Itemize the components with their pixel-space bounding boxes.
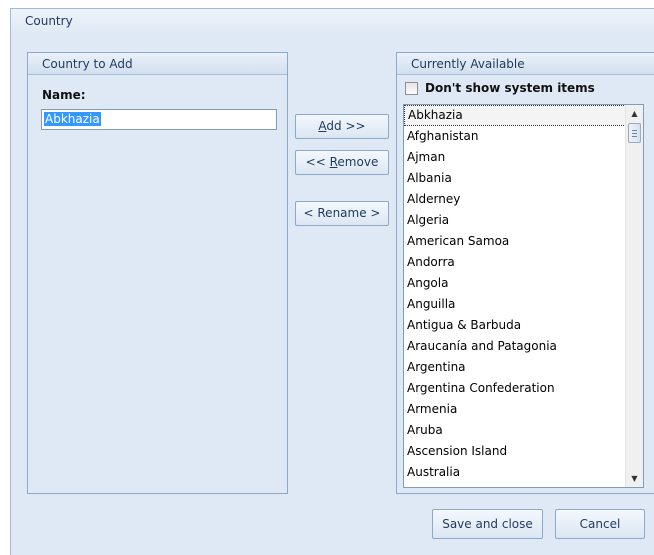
- window-titlebar: Country: [10, 8, 654, 35]
- country-to-add-header: Country to Add: [28, 53, 287, 75]
- list-item[interactable]: Anguilla: [404, 294, 626, 315]
- add-button-label: Add >>: [318, 119, 366, 133]
- hide-system-items-label: Don't show system items: [425, 81, 595, 95]
- list-item[interactable]: Abkhazia: [404, 105, 626, 126]
- list-items: Abkhazia Afghanistan Ajman Albania Alderney A…: [404, 105, 626, 483]
- list-item[interactable]: Algeria: [404, 210, 626, 231]
- list-item[interactable]: American Samoa: [404, 231, 626, 252]
- list-item[interactable]: Andorra: [404, 252, 626, 273]
- list-item[interactable]: Armenia: [404, 399, 626, 420]
- cancel-button[interactable]: Cancel: [555, 509, 645, 539]
- list-item[interactable]: Ascension Island: [404, 441, 626, 462]
- list-item[interactable]: Alderney: [404, 189, 626, 210]
- save-and-close-button[interactable]: Save and close: [432, 509, 543, 539]
- list-item[interactable]: Australia: [404, 462, 626, 483]
- name-input-value: Abkhazia: [44, 112, 101, 126]
- name-label: Name:: [42, 88, 86, 102]
- scroll-thumb[interactable]: [628, 123, 641, 143]
- list-item[interactable]: Araucanía and Patagonia: [404, 336, 626, 357]
- list-item[interactable]: Ajman: [404, 147, 626, 168]
- list-item[interactable]: Angola: [404, 273, 626, 294]
- cancel-label: Cancel: [579, 517, 621, 531]
- list-item[interactable]: Albania: [404, 168, 626, 189]
- list-item[interactable]: Argentina Confederation: [404, 378, 626, 399]
- scroll-up-arrow-icon[interactable]: ▲: [626, 105, 643, 122]
- rename-button-label: < Rename >: [303, 206, 381, 220]
- list-item[interactable]: Afghanistan: [404, 126, 626, 147]
- dialog-body: Country to Add Name: Abkhazia Add >> << …: [10, 35, 654, 555]
- currently-available-header: Currently Available: [397, 53, 654, 75]
- list-scrollbar[interactable]: ▲ ▼: [625, 105, 643, 487]
- scroll-down-arrow-icon[interactable]: ▼: [626, 470, 643, 487]
- currently-available-panel: Currently Available Don't show system it…: [396, 52, 654, 494]
- list-item[interactable]: Argentina: [404, 357, 626, 378]
- country-dialog: Country Country to Add Name: Abkhazia Ad…: [0, 0, 654, 555]
- add-button[interactable]: Add >>: [295, 114, 389, 139]
- name-input[interactable]: Abkhazia: [41, 109, 277, 130]
- list-item[interactable]: Aruba: [404, 420, 626, 441]
- remove-button[interactable]: << Remove: [295, 150, 389, 175]
- available-countries-list[interactable]: Abkhazia Afghanistan Ajman Albania Alderney A…: [403, 104, 644, 488]
- rename-button[interactable]: < Rename >: [295, 201, 389, 226]
- list-item[interactable]: Antigua & Barbuda: [404, 315, 626, 336]
- window-title: Country: [25, 14, 73, 28]
- save-and-close-label: Save and close: [442, 517, 533, 531]
- checkbox-icon[interactable]: [405, 82, 418, 95]
- remove-button-label: << Remove: [305, 155, 379, 169]
- country-to-add-panel: Country to Add Name: Abkhazia: [27, 52, 288, 494]
